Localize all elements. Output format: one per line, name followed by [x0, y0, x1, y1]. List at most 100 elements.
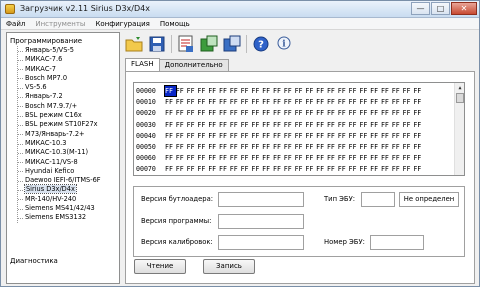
hex-byte[interactable]: FF [273, 120, 284, 130]
hex-byte[interactable]: FF [241, 120, 252, 130]
hex-byte[interactable]: FF [392, 142, 403, 152]
hex-byte[interactable]: FF [176, 108, 187, 118]
hex-byte[interactable]: FF [413, 86, 424, 96]
hex-byte[interactable]: FF [208, 153, 219, 163]
hex-byte[interactable]: FF [295, 120, 306, 130]
hex-byte[interactable]: FF [403, 120, 414, 130]
hex-byte[interactable]: FF [413, 142, 424, 152]
hex-byte[interactable]: FF [370, 153, 381, 163]
hex-byte[interactable]: FF [338, 164, 349, 174]
hex-byte[interactable]: FF [187, 142, 198, 152]
hex-byte[interactable]: FF [338, 97, 349, 107]
hex-byte[interactable]: FF [413, 131, 424, 141]
hex-byte[interactable]: FF [208, 142, 219, 152]
tree-item[interactable]: Bosch M7.9.7/+ [18, 102, 119, 111]
hex-byte[interactable]: FF [349, 108, 360, 118]
close-button[interactable]: ✕ [451, 2, 477, 15]
hex-byte[interactable]: FF [359, 153, 370, 163]
hex-byte[interactable]: FF [338, 108, 349, 118]
hex-byte[interactable]: FF [284, 108, 295, 118]
tree-root-programming[interactable]: Программирование [10, 37, 82, 45]
hex-byte[interactable]: FF [359, 131, 370, 141]
hex-byte[interactable]: FF [197, 153, 208, 163]
hex-byte[interactable]: FF [230, 131, 241, 141]
hex-byte[interactable]: FF [219, 153, 230, 163]
hex-byte[interactable]: FF [251, 120, 262, 130]
hex-byte[interactable]: FF [413, 164, 424, 174]
hex-byte[interactable]: FF [381, 131, 392, 141]
hex-byte[interactable]: FF [349, 142, 360, 152]
hex-byte[interactable]: FF [251, 164, 262, 174]
hex-byte[interactable]: FF [230, 108, 241, 118]
tree-item[interactable]: Hyundai Kefico [18, 167, 119, 176]
hex-byte[interactable]: FF [187, 108, 198, 118]
tree-item[interactable]: Sirius D3x/D4x [18, 184, 119, 195]
info-icon[interactable]: i [274, 34, 294, 54]
hex-byte[interactable]: FF [176, 131, 187, 141]
hex-byte[interactable]: FF [359, 142, 370, 152]
hex-byte[interactable]: FF [262, 153, 273, 163]
tree-item[interactable]: МИКАС-11/VS-8 [18, 158, 119, 167]
tab-flash[interactable]: FLASH [125, 58, 160, 71]
hex-byte[interactable]: FF [327, 142, 338, 152]
hex-byte[interactable]: FF [403, 142, 414, 152]
hex-byte[interactable]: FF [349, 97, 360, 107]
hex-byte[interactable]: FF [165, 164, 176, 174]
hex-byte[interactable]: FF [176, 120, 187, 130]
hex-byte[interactable]: FF [251, 131, 262, 141]
hex-byte[interactable]: FF [359, 120, 370, 130]
hex-byte[interactable]: FF [197, 86, 208, 96]
hex-byte[interactable]: FF [370, 86, 381, 96]
help-icon[interactable]: ? [251, 34, 271, 54]
hex-byte[interactable]: FF [208, 108, 219, 118]
hex-byte[interactable]: FF [251, 97, 262, 107]
hex-byte[interactable]: FF [413, 153, 424, 163]
hex-byte[interactable]: FF [230, 142, 241, 152]
hex-byte[interactable]: FF [381, 120, 392, 130]
hex-byte[interactable]: FF [241, 86, 252, 96]
hex-byte[interactable]: FF [413, 97, 424, 107]
tree-item[interactable]: VS-5.6 [18, 83, 119, 92]
hex-byte[interactable]: FF [381, 153, 392, 163]
hex-byte[interactable]: FF [273, 108, 284, 118]
hex-byte[interactable]: FF [197, 164, 208, 174]
hex-byte[interactable]: FF [295, 153, 306, 163]
hex-byte[interactable]: FF [219, 97, 230, 107]
hex-byte[interactable]: FF [230, 164, 241, 174]
hex-byte[interactable]: FF [403, 153, 414, 163]
hex-byte[interactable]: FF [381, 142, 392, 152]
hex-byte[interactable]: FF [262, 131, 273, 141]
scroll-thumb[interactable] [456, 93, 464, 103]
hex-byte[interactable]: FF [165, 120, 176, 130]
hex-byte[interactable]: FF [262, 142, 273, 152]
hex-byte[interactable]: FF [284, 120, 295, 130]
hex-byte[interactable]: FF [359, 164, 370, 174]
hex-byte[interactable]: FF [165, 153, 176, 163]
hex-byte[interactable]: FF [176, 86, 187, 96]
hex-byte[interactable]: FF [403, 108, 414, 118]
hex-byte[interactable]: FF [316, 131, 327, 141]
hex-byte[interactable]: FF [230, 120, 241, 130]
hex-byte[interactable]: FF [241, 108, 252, 118]
hex-byte[interactable]: FF [251, 86, 262, 96]
hex-byte[interactable]: FF [295, 131, 306, 141]
hex-byte[interactable]: FF [165, 97, 176, 107]
hex-byte[interactable]: FF [295, 86, 306, 96]
hex-byte[interactable]: FF [305, 108, 316, 118]
tree-item[interactable]: МИКАС-10.3 [18, 139, 119, 148]
hex-byte[interactable]: FF [327, 86, 338, 96]
hex-byte[interactable]: FF [295, 108, 306, 118]
hex-byte[interactable]: FF [392, 164, 403, 174]
hex-byte[interactable]: FF [295, 164, 306, 174]
report-icon[interactable] [176, 34, 196, 54]
hex-byte[interactable]: FF [241, 142, 252, 152]
hex-byte[interactable]: FF [370, 142, 381, 152]
hex-byte[interactable]: FF [316, 142, 327, 152]
hex-byte[interactable]: FF [327, 131, 338, 141]
hex-byte[interactable]: FF [413, 120, 424, 130]
hex-byte[interactable]: FF [392, 120, 403, 130]
hex-byte[interactable]: FF [392, 131, 403, 141]
hex-byte[interactable]: FF [187, 164, 198, 174]
hex-byte[interactable]: FF [392, 86, 403, 96]
tree-item[interactable]: BSL режим C16x [18, 111, 119, 120]
